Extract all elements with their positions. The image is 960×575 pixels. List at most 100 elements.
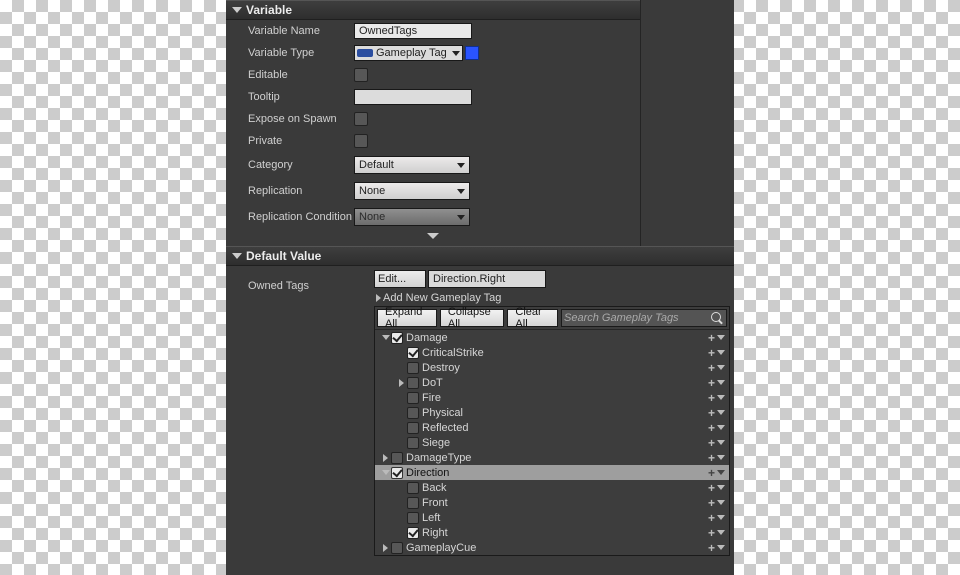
search-field[interactable] xyxy=(561,309,727,327)
replication-condition-dropdown[interactable]: None xyxy=(354,208,470,226)
variable-name-input[interactable] xyxy=(354,23,472,39)
tag-row-criticalstrike[interactable]: CriticalStrike+ xyxy=(375,345,729,360)
tag-row-menu-button[interactable] xyxy=(717,515,725,520)
add-child-tag-button[interactable]: + xyxy=(708,481,715,495)
edit-dropdown[interactable]: Edit... xyxy=(374,270,426,288)
chevron-down-icon xyxy=(452,51,460,56)
tag-row-menu-button[interactable] xyxy=(717,410,725,415)
label-editable: Editable xyxy=(226,69,354,81)
search-input[interactable] xyxy=(564,312,706,324)
tag-checkbox[interactable] xyxy=(391,542,403,554)
add-child-tag-button[interactable]: + xyxy=(708,466,715,480)
add-child-tag-button[interactable]: + xyxy=(708,376,715,390)
private-checkbox[interactable] xyxy=(354,134,368,148)
tag-row-damage[interactable]: Damage+ xyxy=(375,330,729,345)
add-child-tag-button[interactable]: + xyxy=(708,451,715,465)
add-child-tag-button[interactable]: + xyxy=(708,421,715,435)
tag-checkbox[interactable] xyxy=(391,467,403,479)
variable-container-type[interactable] xyxy=(465,46,479,60)
variable-type-value: Gameplay Tag xyxy=(376,47,447,59)
tag-checkbox[interactable] xyxy=(407,482,419,494)
tag-checkbox[interactable] xyxy=(407,377,419,389)
tag-checkbox[interactable] xyxy=(407,422,419,434)
tooltip-input[interactable] xyxy=(354,89,472,105)
expander-icon[interactable] xyxy=(381,543,390,552)
tag-row-actions: + xyxy=(708,421,725,435)
tag-row-menu-button[interactable] xyxy=(717,530,725,535)
add-child-tag-button[interactable]: + xyxy=(708,526,715,540)
tag-label: Direction xyxy=(406,467,708,479)
edit-label: Edit... xyxy=(378,273,406,285)
add-child-tag-button[interactable]: + xyxy=(708,541,715,555)
category-dropdown[interactable]: Default xyxy=(354,156,470,174)
expander-icon[interactable] xyxy=(381,453,390,462)
expand-all-button[interactable]: Expand All xyxy=(377,309,437,327)
tag-row-menu-button[interactable] xyxy=(717,485,725,490)
tag-path-display: Direction.Right xyxy=(428,270,546,288)
add-child-tag-button[interactable]: + xyxy=(708,361,715,375)
label-private: Private xyxy=(226,135,354,147)
tag-checkbox[interactable] xyxy=(391,332,403,344)
tag-row-direction[interactable]: Direction+ xyxy=(375,465,729,480)
tag-checkbox[interactable] xyxy=(407,392,419,404)
tag-row-menu-button[interactable] xyxy=(717,380,725,385)
tag-row-menu-button[interactable] xyxy=(717,500,725,505)
add-child-tag-button[interactable]: + xyxy=(708,511,715,525)
tag-checkbox[interactable] xyxy=(407,407,419,419)
tag-row-left[interactable]: Left+ xyxy=(375,510,729,525)
tag-label: Right xyxy=(422,527,708,539)
add-child-tag-button[interactable]: + xyxy=(708,436,715,450)
tag-row-reflected[interactable]: Reflected+ xyxy=(375,420,729,435)
replication-dropdown[interactable]: None xyxy=(354,182,470,200)
tag-row-menu-button[interactable] xyxy=(717,365,725,370)
expander-icon[interactable] xyxy=(397,378,406,387)
tag-checkbox[interactable] xyxy=(407,497,419,509)
tag-row-actions: + xyxy=(708,406,725,420)
expander-icon[interactable] xyxy=(381,333,390,342)
tag-checkbox[interactable] xyxy=(407,362,419,374)
row-variable-name: Variable Name xyxy=(226,20,640,42)
tag-checkbox[interactable] xyxy=(407,347,419,359)
tag-row-gameplaycue[interactable]: GameplayCue+ xyxy=(375,540,729,555)
clear-all-button[interactable]: Clear All xyxy=(507,309,558,327)
tag-row-back[interactable]: Back+ xyxy=(375,480,729,495)
tag-row-menu-button[interactable] xyxy=(717,545,725,550)
tag-row-menu-button[interactable] xyxy=(717,350,725,355)
tag-row-menu-button[interactable] xyxy=(717,455,725,460)
add-child-tag-button[interactable]: + xyxy=(708,331,715,345)
tag-checkbox[interactable] xyxy=(407,437,419,449)
tag-row-dot[interactable]: DoT+ xyxy=(375,375,729,390)
tag-checkbox[interactable] xyxy=(407,512,419,524)
add-new-gameplay-tag[interactable]: Add New Gameplay Tag xyxy=(374,290,730,306)
variable-type-dropdown[interactable]: Gameplay Tag xyxy=(354,45,463,61)
variable-header[interactable]: Variable xyxy=(226,0,640,20)
tag-label: Physical xyxy=(422,407,708,419)
tag-row-actions: + xyxy=(708,541,725,555)
tag-row-menu-button[interactable] xyxy=(717,425,725,430)
expander-icon[interactable] xyxy=(381,468,390,477)
search-icon xyxy=(710,311,724,325)
advanced-toggle[interactable] xyxy=(226,230,640,242)
tag-row-menu-button[interactable] xyxy=(717,335,725,340)
tag-checkbox[interactable] xyxy=(407,527,419,539)
tag-label: Siege xyxy=(422,437,708,449)
expose-on-spawn-checkbox[interactable] xyxy=(354,112,368,126)
tag-row-menu-button[interactable] xyxy=(717,470,725,475)
add-child-tag-button[interactable]: + xyxy=(708,346,715,360)
add-child-tag-button[interactable]: + xyxy=(708,406,715,420)
tag-row-menu-button[interactable] xyxy=(717,395,725,400)
tag-row-menu-button[interactable] xyxy=(717,440,725,445)
tag-row-right[interactable]: Right+ xyxy=(375,525,729,540)
tag-row-destroy[interactable]: Destroy+ xyxy=(375,360,729,375)
collapse-all-button[interactable]: Collapse All xyxy=(440,309,505,327)
add-child-tag-button[interactable]: + xyxy=(708,496,715,510)
tag-checkbox[interactable] xyxy=(391,452,403,464)
editable-checkbox[interactable] xyxy=(354,68,368,82)
tag-row-siege[interactable]: Siege+ xyxy=(375,435,729,450)
tag-row-damagetype[interactable]: DamageType+ xyxy=(375,450,729,465)
tag-row-fire[interactable]: Fire+ xyxy=(375,390,729,405)
add-child-tag-button[interactable]: + xyxy=(708,391,715,405)
tag-row-front[interactable]: Front+ xyxy=(375,495,729,510)
tag-row-physical[interactable]: Physical+ xyxy=(375,405,729,420)
default-value-header[interactable]: Default Value xyxy=(226,246,734,266)
